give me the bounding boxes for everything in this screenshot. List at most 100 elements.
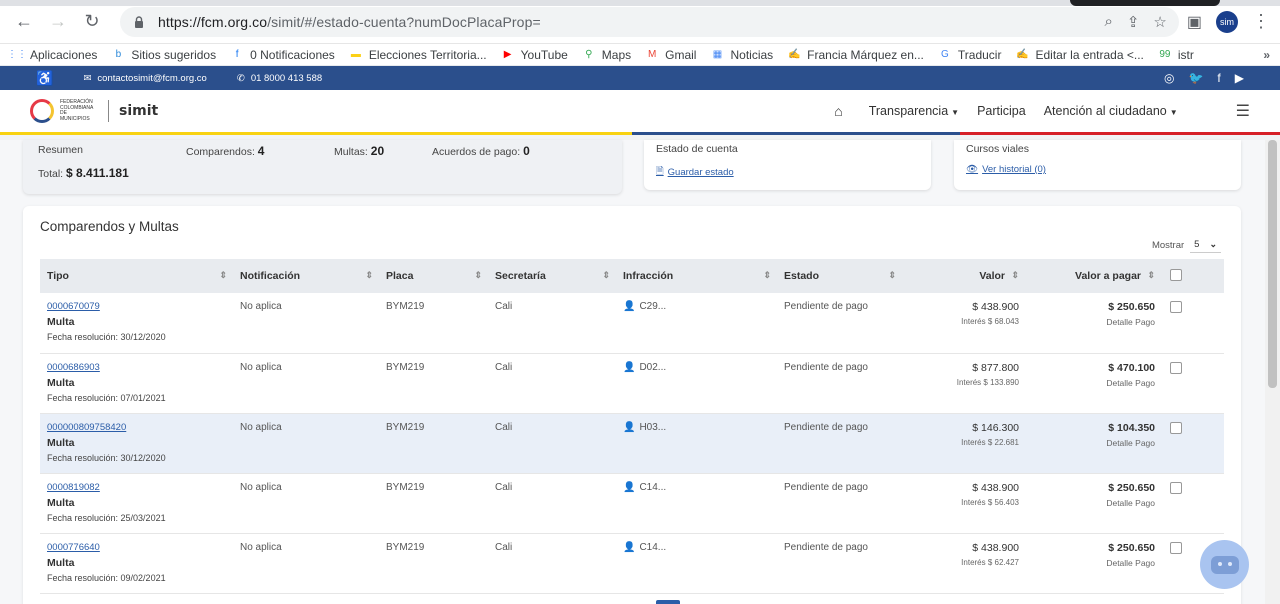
side-panel-icon[interactable]: ▣ [1187,12,1202,32]
lock-icon[interactable] [132,15,146,29]
bookmarks-overflow-icon[interactable]: » [1263,48,1270,62]
profile-avatar[interactable]: sim [1216,10,1238,33]
detalle-pago-link[interactable]: Detalle Pago [1034,378,1155,388]
summary-resumen: Resumen [38,144,83,156]
detalle-pago-link[interactable]: Detalle Pago [1034,558,1155,568]
header-placa[interactable]: Placa ⇕ [379,259,488,293]
header-tipo[interactable]: Tipo ⇕ [40,259,233,293]
detalle-pago-link[interactable]: Detalle Pago [1034,498,1155,508]
total-label: Total: [38,168,64,180]
scrollbar-thumb[interactable] [1268,140,1277,388]
select-all-checkbox[interactable] [1170,268,1182,281]
cell-notificacion: No aplica [233,473,379,534]
document-icon: 🗎 [656,166,664,177]
back-icon[interactable]: ← [10,8,38,36]
document-number-link[interactable]: 000000809758420 [47,422,226,433]
page-scrollbar[interactable] [1265,140,1280,604]
bookmark-item[interactable]: ✍ Editar la entrada <... [1015,48,1144,62]
bookmark-item[interactable]: ▦ Noticias [710,48,773,62]
document-number-link[interactable]: 0000670079 [47,301,226,312]
tipo-label: Multa [47,376,75,389]
detalle-pago-link[interactable]: Detalle Pago [1034,317,1155,327]
page-size-select[interactable]: 5 ⌄ [1190,237,1221,253]
header-valor[interactable]: Valor ⇕ [902,259,1027,293]
row-checkbox[interactable] [1170,301,1182,313]
twitter-icon[interactable]: 🐦 [1188,71,1203,85]
bookmark-item[interactable]: f 0 Notificaciones [230,48,335,62]
guardar-estado-link[interactable]: 🗎 Guardar estado [656,164,919,180]
blogger-icon: ✍ [787,49,801,60]
header-secretaria[interactable]: Secretaría ⇕ [488,259,616,293]
address-bar[interactable]: https://fcm.org.co/simit/#/estado-cuenta… [120,6,1179,37]
bookmark-item[interactable]: ✍ Francia Márquez en... [787,48,924,62]
bookmark-item[interactable]: G Traducir [938,48,1001,62]
header-estado[interactable]: Estado ⇕ [777,259,902,293]
cell-valor-pagar: $ 250.650 Detalle Pago [1027,533,1163,594]
instagram-icon[interactable]: ◎ [1164,71,1174,85]
cell-valor-pagar: $ 470.100 Detalle Pago [1027,353,1163,414]
bookmark-item[interactable]: M Gmail [645,48,697,62]
flag-icon: ▬ [350,49,361,60]
fcm-logo-icon [30,99,54,123]
cell-infraccion[interactable]: 👤 C14... [616,533,777,594]
cell-infraccion[interactable]: 👤 D02... [616,353,777,414]
nav-transparencia[interactable]: Transparencia ▼ [869,104,959,118]
ver-historial-link[interactable]: 👁 Ver historial (0) [966,164,1229,175]
tab-strip [0,0,1280,6]
chatbot-button[interactable] [1200,540,1249,589]
cell-infraccion[interactable]: 👤 H03... [616,413,777,474]
menu-kebab-icon[interactable]: ⋮ [1252,11,1270,32]
header-infraccion[interactable]: Infracción ⇕ [616,259,777,293]
summary-multas: Multas: 20 [334,144,432,158]
header-valor-pagar[interactable]: Valor a pagar ⇕ [1027,259,1163,293]
document-number-link[interactable]: 0000819082 [47,482,226,493]
cell-infraccion[interactable]: 👤 C29... [616,293,777,354]
detalle-pago-link[interactable]: Detalle Pago [1034,438,1155,448]
bookmark-star-icon[interactable]: ☆ [1153,13,1166,31]
share-icon[interactable]: ⇪ [1127,13,1140,31]
bookmark-item[interactable]: ▬ Elecciones Territoria... [349,48,487,62]
bookmark-item[interactable]: ▶ YouTube [501,48,568,62]
bookmark-item[interactable]: ⚲ Maps [582,48,631,62]
fecha-resolucion: Fecha resolución: 30/12/2020 [47,332,166,342]
bookmark-item[interactable]: ⋮⋮ Aplicaciones [7,48,97,62]
person-icon: 👤 [623,481,636,493]
row-checkbox[interactable] [1170,541,1182,554]
hamburger-menu-icon[interactable]: ☰ [1236,101,1250,121]
cell-valor-pagar: $ 250.650 Detalle Pago [1027,473,1163,534]
infraccion-code: C29... [639,301,667,312]
sort-icon: ⇕ [602,270,610,280]
row-checkbox[interactable] [1170,481,1182,494]
accessibility-icon[interactable]: ♿ [36,70,53,87]
caret-down-icon: ▼ [1169,108,1178,117]
youtube-icon[interactable]: ▶ [1235,71,1244,85]
multas-label: Multas: [334,146,368,158]
cell-select [1163,293,1224,354]
pagination-active-page[interactable] [656,600,680,604]
cell-estado: Pendiente de pago [777,413,902,474]
bookmark-item[interactable]: b Sitios sugeridos [111,48,217,62]
cell-infraccion[interactable]: 👤 C14... [616,473,777,534]
facebook-icon[interactable]: f [1217,71,1220,85]
home-icon[interactable]: ⌂ [834,103,842,119]
nav-participa[interactable]: Participa [977,104,1026,118]
acuerdos-count: 0 [523,144,530,158]
header-notificacion[interactable]: Notificación ⇕ [233,259,379,293]
zoom-icon[interactable]: ⌕ [1104,13,1112,31]
row-checkbox[interactable] [1170,361,1182,374]
row-checkbox[interactable] [1170,421,1182,434]
valor-amount: $ 146.300 [972,421,1019,434]
cell-valor: $ 146.300 Interés $ 22.681 [902,413,1027,474]
estado-cuenta-title: Estado de cuenta [656,143,738,155]
document-number-link[interactable]: 0000686903 [47,362,226,373]
fcm-simit-logo[interactable]: Federación Colombiana de Municipios simi… [30,99,158,123]
nav-atencion[interactable]: Atención al ciudadano ▼ [1044,104,1178,118]
cell-placa: BYM219 [379,353,488,414]
bookmark-item[interactable]: 99 istr [1158,48,1194,62]
infraccion-code: D02... [639,361,667,373]
forward-icon[interactable]: → [44,8,72,36]
reload-icon[interactable]: ↻ [78,8,106,36]
document-number-link[interactable]: 0000776640 [47,542,226,553]
phone-contact[interactable]: ✆ 01 8000 413 588 [237,73,322,84]
email-contact[interactable]: ✉ contactosimit@fcm.org.co [83,73,206,84]
